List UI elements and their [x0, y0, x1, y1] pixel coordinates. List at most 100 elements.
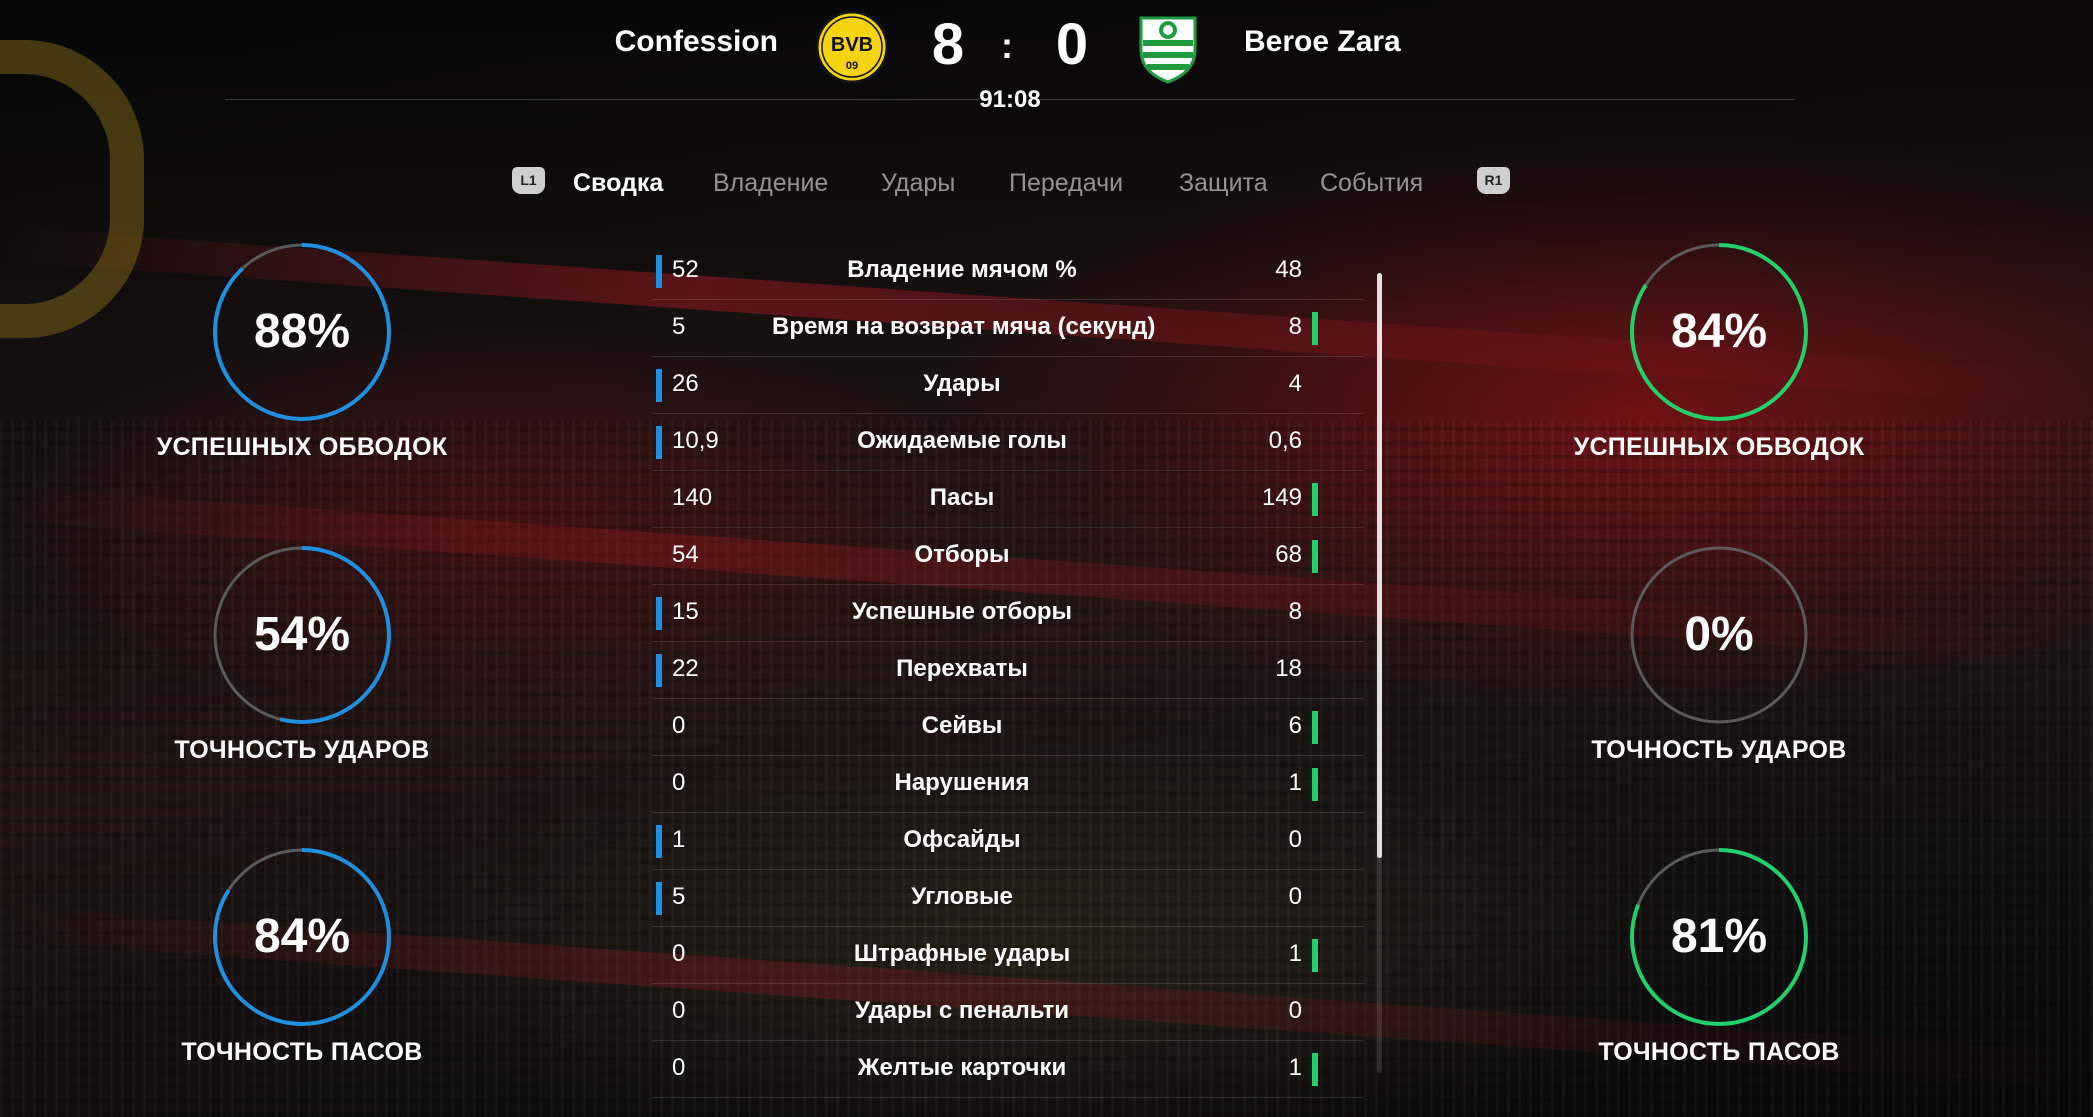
home-dribble-success-stat: 88% УСПЕШНЫХ ОБВОДОК — [120, 240, 447, 480]
stat-label: Время на возврат мяча (секунд) — [772, 313, 1156, 340]
tab-shots[interactable]: Удары — [881, 168, 955, 198]
away-stat-value: 8 — [1288, 313, 1302, 340]
home-stat-value: 0 — [672, 769, 686, 796]
home-pass-accuracy-stat: 84% ТОЧНОСТЬ ПАСОВ — [120, 845, 440, 1085]
stat-label: Штрафные удары — [853, 940, 1071, 967]
away-leader-marker — [1312, 939, 1318, 972]
home-stat-value: 54 — [672, 541, 699, 568]
r1-bumper-button[interactable]: R1 — [1477, 167, 1510, 194]
home-shot-accuracy-stat: 54% ТОЧНОСТЬ УДАРОВ — [120, 543, 440, 783]
stat-label: Желтые карточки — [857, 1054, 1067, 1081]
home-stat-value: 26 — [672, 370, 699, 397]
away-shot-accuracy-stat: 0% ТОЧНОСТЬ УДАРОВ — [1537, 543, 1857, 783]
home-team-name: Confession — [614, 25, 778, 58]
ring-value: 84% — [253, 910, 351, 963]
stat-label: Отборы — [914, 541, 1010, 568]
stat-row: 54 Отборы 68 — [652, 528, 1364, 585]
stat-label: Удары с пенальти — [855, 997, 1069, 1024]
home-stat-value: 15 — [672, 598, 699, 625]
away-stat-value: 0,6 — [1268, 427, 1302, 454]
ring-value: 54% — [253, 608, 351, 661]
away-leader-marker — [1312, 768, 1318, 801]
away-leader-marker — [1312, 312, 1318, 345]
away-leader-marker — [1312, 483, 1318, 516]
stat-row: 15 Успешные отборы 8 — [652, 585, 1364, 642]
away-stat-value: 8 — [1288, 598, 1302, 625]
ring-value: 84% — [1670, 305, 1768, 358]
away-stat-value: 0 — [1288, 883, 1302, 910]
away-stat-value: 6 — [1288, 712, 1302, 739]
home-stat-value: 52 — [672, 256, 699, 283]
stat-label: Угловые — [911, 883, 1013, 910]
away-stat-value: 1 — [1288, 769, 1302, 796]
ring-value: 88% — [253, 305, 351, 358]
stat-row: 5 Время на возврат мяча (секунд) 8 — [652, 300, 1364, 357]
stat-label: Пасы — [929, 484, 995, 511]
beroe-crest-icon — [1139, 16, 1197, 84]
stat-label: Офсайды — [903, 826, 1021, 853]
ring-label: ТОЧНОСТЬ УДАРОВ — [1591, 736, 1847, 764]
stat-row: 5 Угловые 0 — [652, 870, 1364, 927]
away-stat-value: 4 — [1288, 370, 1302, 397]
stat-label: Владение мячом % — [847, 256, 1077, 283]
l1-bumper-button[interactable]: L1 — [512, 167, 545, 194]
ring-value: 0% — [1684, 608, 1754, 661]
away-stat-value: 0 — [1288, 826, 1302, 853]
stat-label: Удары — [923, 370, 1001, 397]
home-leader-marker — [656, 882, 662, 915]
tab-events[interactable]: События — [1320, 168, 1423, 198]
away-stat-value: 149 — [1261, 484, 1302, 511]
stat-label: Перехваты — [896, 655, 1028, 682]
home-leader-marker — [656, 825, 662, 858]
tab-defense[interactable]: Защита — [1179, 168, 1268, 198]
away-stat-value: 1 — [1288, 1054, 1302, 1081]
away-score: 0 — [1055, 12, 1089, 77]
away-stat-value: 1 — [1288, 940, 1302, 967]
stat-row: 0 Желтые карточки 1 — [652, 1041, 1364, 1098]
ring-label: ТОЧНОСТЬ ПАСОВ — [181, 1038, 423, 1066]
away-stat-value: 48 — [1275, 256, 1302, 283]
away-leader-marker — [1312, 1053, 1318, 1086]
match-clock: 91:08 — [979, 86, 1041, 113]
ring-label: УСПЕШНЫХ ОБВОДОК — [156, 433, 448, 461]
home-stat-value: 140 — [672, 484, 713, 511]
header-divider — [225, 99, 980, 100]
scoreboard-header: Confession BVB 09 8 : 0 Beroe Zara 91:08 — [0, 0, 2093, 120]
svg-text:BVB: BVB — [831, 34, 873, 56]
stat-row: 1 Офсайды 0 — [652, 813, 1364, 870]
header-divider — [1040, 99, 1795, 100]
home-stat-value: 1 — [672, 826, 686, 853]
home-leader-marker — [656, 369, 662, 402]
home-stat-value: 0 — [672, 940, 686, 967]
scrollbar-thumb[interactable] — [1377, 273, 1382, 858]
ring-label: УСПЕШНЫХ ОБВОДОК — [1573, 433, 1865, 461]
stat-row: 0 Нарушения 1 — [652, 756, 1364, 813]
away-pass-accuracy-stat: 81% ТОЧНОСТЬ ПАСОВ — [1537, 845, 1857, 1085]
away-stat-value: 0 — [1288, 997, 1302, 1024]
stat-label: Нарушения — [894, 769, 1030, 796]
stat-label: Сейвы — [921, 712, 1003, 739]
away-dribble-success-stat: 84% УСПЕШНЫХ ОБВОДОК — [1537, 240, 1864, 480]
stat-label: Успешные отборы — [851, 598, 1073, 625]
home-score: 8 — [931, 12, 965, 77]
score-separator: : — [1001, 25, 1013, 66]
tab-passes[interactable]: Передачи — [1009, 168, 1123, 198]
home-stat-value: 5 — [672, 313, 686, 340]
match-stats-table[interactable]: 52 Владение мячом % 48 5 Время на возврат мя… — [652, 243, 1364, 1098]
home-stat-value: 10,9 — [672, 427, 719, 454]
away-stat-value: 18 — [1275, 655, 1302, 682]
away-leader-marker — [1312, 711, 1318, 744]
stat-row: 22 Перехваты 18 — [652, 642, 1364, 699]
home-leader-marker — [656, 654, 662, 687]
ring-label: ТОЧНОСТЬ ПАСОВ — [1598, 1038, 1840, 1066]
home-leader-marker — [656, 426, 662, 459]
stat-label: Ожидаемые голы — [857, 427, 1067, 454]
tab-summary[interactable]: Сводка — [573, 168, 663, 198]
stat-row: 52 Владение мячом % 48 — [652, 243, 1364, 300]
stats-tab-bar: L1 Сводка Владение Удары Передачи Защита… — [0, 164, 2093, 204]
stat-row: 0 Штрафные удары 1 — [652, 927, 1364, 984]
tab-possession[interactable]: Владение — [713, 168, 828, 198]
ring-value: 81% — [1670, 910, 1768, 963]
svg-text:09: 09 — [846, 60, 858, 72]
stat-row: 140 Пасы 149 — [652, 471, 1364, 528]
